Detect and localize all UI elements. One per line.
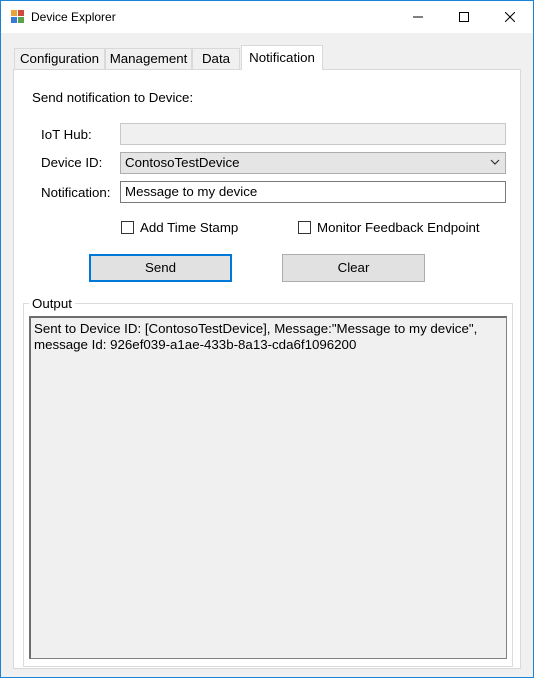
monitor-feedback-checkbox[interactable]: Monitor Feedback Endpoint [298,220,480,235]
send-button[interactable]: Send [89,254,232,282]
tab-data[interactable]: Data [192,48,240,69]
send-notification-heading: Send notification to Device: [32,90,194,105]
tab-configuration[interactable]: Configuration [14,48,105,69]
notification-label: Notification: [41,185,111,200]
app-icon [11,10,25,24]
clear-button[interactable]: Clear [282,254,425,282]
title-bar: Device Explorer [1,1,533,33]
close-button[interactable] [487,1,533,33]
checkbox-box[interactable] [298,221,311,234]
maximize-button[interactable] [441,1,487,33]
minimize-icon [413,16,423,18]
iot-hub-field[interactable] [120,123,506,145]
minimize-button[interactable] [395,1,441,33]
maximize-icon [459,12,469,22]
tab-notification[interactable]: Notification [241,45,323,70]
add-time-stamp-label: Add Time Stamp [140,220,239,235]
device-id-label: Device ID: [41,155,103,170]
tab-management[interactable]: Management [105,48,192,69]
device-explorer-window: Device Explorer Configuration Management… [0,0,534,678]
output-group-title: Output [29,296,75,311]
close-icon [505,12,515,22]
window-title: Device Explorer [31,10,116,24]
add-time-stamp-checkbox[interactable]: Add Time Stamp [121,220,238,235]
device-id-dropdown[interactable]: ContosoTestDevice [120,152,506,174]
checkbox-box[interactable] [121,221,134,234]
notification-message-input[interactable]: Message to my device [120,181,506,203]
chevron-down-icon [490,159,500,165]
monitor-feedback-label: Monitor Feedback Endpoint [317,220,480,235]
output-textbox[interactable]: Sent to Device ID: [ContosoTestDevice], … [29,316,507,659]
device-id-value: ContosoTestDevice [125,155,240,170]
iot-hub-label: IoT Hub: [41,127,92,142]
